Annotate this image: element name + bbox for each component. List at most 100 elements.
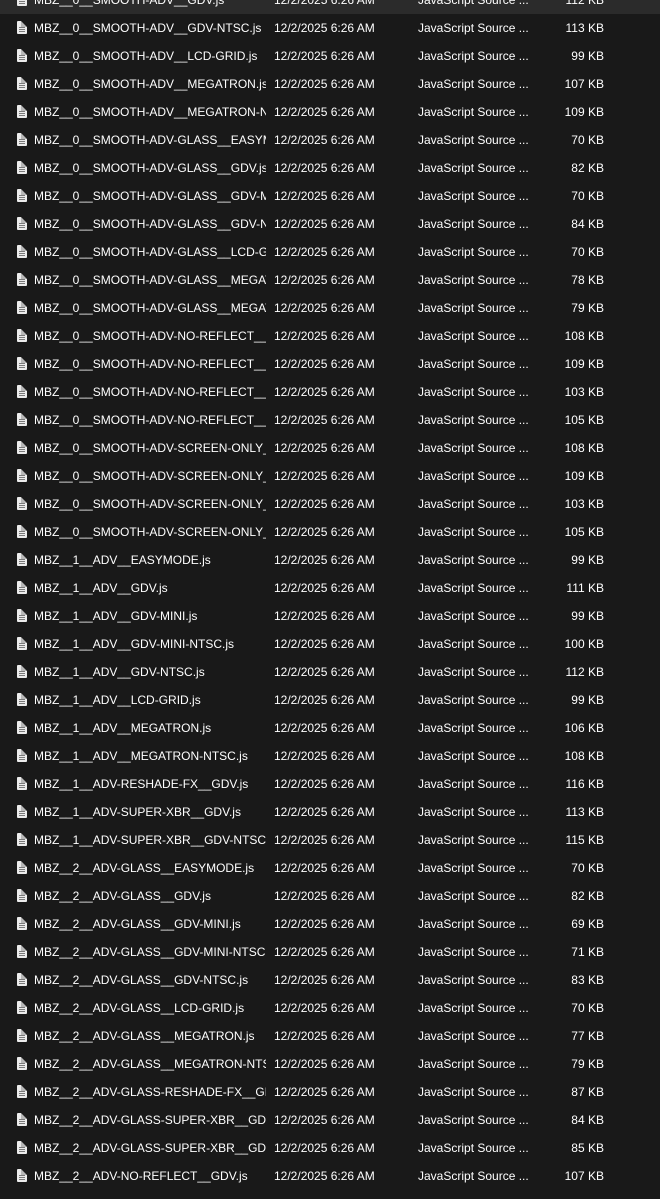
file-row[interactable]: MBZ__0__SMOOTH-ADV__MEGATRON.js 12/2/2025… [0, 70, 660, 98]
file-row[interactable]: MBZ__2__ADV-GLASS__MEGATRON-NTS... 12/2/2… [0, 1050, 660, 1078]
file-icon [17, 945, 27, 958]
file-icon [17, 805, 27, 818]
file-icon [17, 665, 27, 678]
file-row[interactable]: MBZ__0__SMOOTH-ADV-NO-REFLECT__... 12/2/2… [0, 406, 660, 434]
file-date-modified: 12/2/2025 6:26 AM [274, 581, 375, 595]
file-name: MBZ__1__ADV__GDV-MINI-NTSC.js [34, 637, 235, 651]
file-size: 108 KB [564, 749, 604, 763]
file-size: 78 KB [571, 273, 604, 287]
file-icon [17, 525, 27, 538]
file-icon [17, 441, 27, 454]
file-row[interactable]: MBZ__0__SMOOTH-ADV-SCREEN-ONLY_... 12/2/2… [0, 434, 660, 462]
file-row[interactable]: MBZ__0__SMOOTH-ADV-GLASS__EASYM... 12/2/2… [0, 126, 660, 154]
file-name: MBZ__0__SMOOTH-ADV-GLASS__GDV-N... [34, 217, 266, 231]
file-type: JavaScript Source ... [418, 1169, 529, 1183]
file-name: MBZ__0__SMOOTH-ADV-GLASS__MEGAT... [34, 301, 266, 315]
file-icon [17, 217, 27, 230]
file-name: MBZ__0__SMOOTH-ADV__MEGATRON.js [34, 77, 266, 91]
file-icon [17, 889, 27, 902]
file-row[interactable]: MBZ__0__SMOOTH-ADV-NO-REFLECT__... 12/2/2… [0, 378, 660, 406]
file-row[interactable]: MBZ__0__SMOOTH-ADV-GLASS__LCD-G... 12/2/2… [0, 238, 660, 266]
file-name: MBZ__0__SMOOTH-ADV-NO-REFLECT__... [34, 357, 266, 371]
file-row[interactable]: MBZ__1__ADV__GDV-NTSC.js 12/2/2025 6:26 A… [0, 658, 660, 686]
file-date-modified: 12/2/2025 6:26 AM [274, 721, 375, 735]
file-date-modified: 12/2/2025 6:26 AM [274, 77, 375, 91]
file-row[interactable]: MBZ__0__SMOOTH-ADV-GLASS__GDV-N... 12/2/2… [0, 210, 660, 238]
file-row[interactable]: MBZ__1__ADV-SUPER-XBR__GDV-NTSC.js 12/2/2… [0, 826, 660, 854]
file-row[interactable]: MBZ__2__ADV-GLASS__GDV.js 12/2/2025 6:26 … [0, 882, 660, 910]
file-icon [17, 49, 27, 62]
file-row[interactable]: MBZ__2__ADV-GLASS-SUPER-XBR__GDV-... 12/2… [0, 1134, 660, 1162]
file-row[interactable]: MBZ__0__SMOOTH-ADV-NO-REFLECT__... 12/2/2… [0, 322, 660, 350]
file-date-modified: 12/2/2025 6:26 AM [274, 637, 375, 651]
file-size: 99 KB [571, 49, 604, 63]
file-icon [17, 273, 27, 286]
file-date-modified: 12/2/2025 6:26 AM [274, 1001, 375, 1015]
file-row[interactable]: MBZ__2__ADV-GLASS__GDV-MINI.js 12/2/2025 … [0, 910, 660, 938]
file-row[interactable]: MBZ__1__ADV__GDV.js 12/2/2025 6:26 AM Java… [0, 574, 660, 602]
file-size: 112 KB [565, 665, 604, 679]
file-row[interactable]: MBZ__1__ADV__EASYMODE.js 12/2/2025 6:26 A… [0, 546, 660, 574]
file-date-modified: 12/2/2025 6:26 AM [274, 609, 375, 623]
file-date-modified: 12/2/2025 6:26 AM [274, 301, 375, 315]
file-name: MBZ__1__ADV__GDV-MINI.js [34, 609, 198, 623]
file-date-modified: 12/2/2025 6:26 AM [274, 133, 375, 147]
file-name: MBZ__0__SMOOTH-ADV-GLASS__EASYM... [34, 133, 266, 147]
file-row[interactable]: MBZ__0__SMOOTH-ADV-SCREEN-ONLY_... 12/2/2… [0, 518, 660, 546]
file-row[interactable]: MBZ__2__ADV-GLASS__MEGATRON.js 12/2/2025 … [0, 1022, 660, 1050]
file-row[interactable]: MBZ__2__ADV-GLASS__LCD-GRID.js 12/2/2025 … [0, 994, 660, 1022]
file-size: 87 KB [571, 1085, 604, 1099]
file-type: JavaScript Source ... [418, 189, 529, 203]
file-row[interactable]: MBZ__2__ADV-GLASS__EASYMODE.js 12/2/2025 … [0, 854, 660, 882]
file-date-modified: 12/2/2025 6:26 AM [274, 525, 375, 539]
file-row[interactable]: MBZ__0__SMOOTH-ADV-GLASS__GDV-M... 12/2/2… [0, 182, 660, 210]
file-date-modified: 12/2/2025 6:26 AM [274, 217, 375, 231]
file-icon [17, 861, 27, 874]
file-size: 105 KB [564, 413, 604, 427]
file-row[interactable]: MBZ__1__ADV__MEGATRON-NTSC.js 12/2/2025 6… [0, 742, 660, 770]
file-date-modified: 12/2/2025 6:26 AM [274, 553, 375, 567]
file-row[interactable]: MBZ__0__SMOOTH-ADV-NO-REFLECT__... 12/2/2… [0, 350, 660, 378]
file-date-modified: 12/2/2025 6:26 AM [274, 693, 375, 707]
file-size: 70 KB [571, 245, 604, 259]
file-row[interactable]: MBZ__1__ADV__LCD-GRID.js 12/2/2025 6:26 A… [0, 686, 660, 714]
file-icon [17, 581, 27, 594]
file-name: MBZ__0__SMOOTH-ADV-GLASS__GDV.js [34, 161, 266, 175]
file-row[interactable]: MBZ__2__ADV-NO-REFLECT__GDV.js 12/2/2025 … [0, 1162, 660, 1190]
file-row[interactable]: MBZ__1__ADV-SUPER-XBR__GDV.js 12/2/2025 6… [0, 798, 660, 826]
file-name: MBZ__1__ADV__LCD-GRID.js [34, 693, 201, 707]
file-row[interactable]: MBZ__1__ADV__GDV-MINI-NTSC.js 12/2/2025 6… [0, 630, 660, 658]
file-name: MBZ__2__ADV-GLASS__MEGATRON-NTS... [34, 1057, 266, 1071]
file-date-modified: 12/2/2025 6:26 AM [274, 273, 375, 287]
file-row[interactable]: MBZ__0__SMOOTH-ADV__MEGATRON-N... 12/2/20… [0, 98, 660, 126]
file-date-modified: 12/2/2025 6:26 AM [274, 1113, 375, 1127]
file-row[interactable]: MBZ__2__ADV-GLASS__GDV-MINI-NTSC.js 12/2/… [0, 938, 660, 966]
file-name: MBZ__1__ADV-SUPER-XBR__GDV-NTSC.js [34, 833, 266, 847]
file-row[interactable]: MBZ__0__SMOOTH-ADV__LCD-GRID.js 12/2/2025… [0, 42, 660, 70]
file-name: MBZ__0__SMOOTH-ADV__MEGATRON-N... [34, 105, 266, 119]
file-row[interactable]: MBZ__0__SMOOTH-ADV__GDV-NTSC.js 12/2/2025… [0, 14, 660, 42]
file-row[interactable]: MBZ__0__SMOOTH-ADV__GDV.js 12/2/2025 6:26… [0, 0, 660, 14]
file-date-modified: 12/2/2025 6:26 AM [274, 1057, 375, 1071]
file-size: 109 KB [564, 469, 604, 483]
file-row[interactable]: MBZ__2__ADV-GLASS__GDV-NTSC.js 12/2/2025 … [0, 966, 660, 994]
file-row[interactable]: MBZ__1__ADV__MEGATRON.js 12/2/2025 6:26 A… [0, 714, 660, 742]
file-date-modified: 12/2/2025 6:26 AM [274, 385, 375, 399]
file-row[interactable]: MBZ__0__SMOOTH-ADV-GLASS__MEGAT... 12/2/2… [0, 294, 660, 322]
file-row[interactable]: MBZ__0__SMOOTH-ADV-SCREEN-ONLY_... 12/2/2… [0, 490, 660, 518]
file-name: MBZ__0__SMOOTH-ADV__LCD-GRID.js [34, 49, 258, 63]
file-size: 79 KB [571, 301, 604, 315]
file-row[interactable]: MBZ__1__ADV__GDV-MINI.js 12/2/2025 6:26 A… [0, 602, 660, 630]
file-row[interactable]: MBZ__1__ADV-RESHADE-FX__GDV.js 12/2/2025 … [0, 770, 660, 798]
file-row[interactable]: MBZ__0__SMOOTH-ADV-GLASS__GDV.js 12/2/202… [0, 154, 660, 182]
file-type: JavaScript Source ... [418, 357, 529, 371]
file-date-modified: 12/2/2025 6:26 AM [274, 189, 375, 203]
file-row[interactable]: MBZ__2__ADV-GLASS-RESHADE-FX__GD... 12/2/… [0, 1078, 660, 1106]
file-name: MBZ__1__ADV-RESHADE-FX__GDV.js [34, 777, 249, 791]
file-name: MBZ__2__ADV-GLASS__GDV-MINI.js [34, 917, 241, 931]
file-name: MBZ__1__ADV__EASYMODE.js [34, 553, 211, 567]
file-type: JavaScript Source ... [418, 861, 529, 875]
file-row[interactable]: MBZ__0__SMOOTH-ADV-GLASS__MEGAT... 12/2/2… [0, 266, 660, 294]
file-row[interactable]: MBZ__2__ADV-GLASS-SUPER-XBR__GDV.js 12/2/… [0, 1106, 660, 1134]
file-row[interactable]: MBZ__0__SMOOTH-ADV-SCREEN-ONLY_... 12/2/2… [0, 462, 660, 490]
